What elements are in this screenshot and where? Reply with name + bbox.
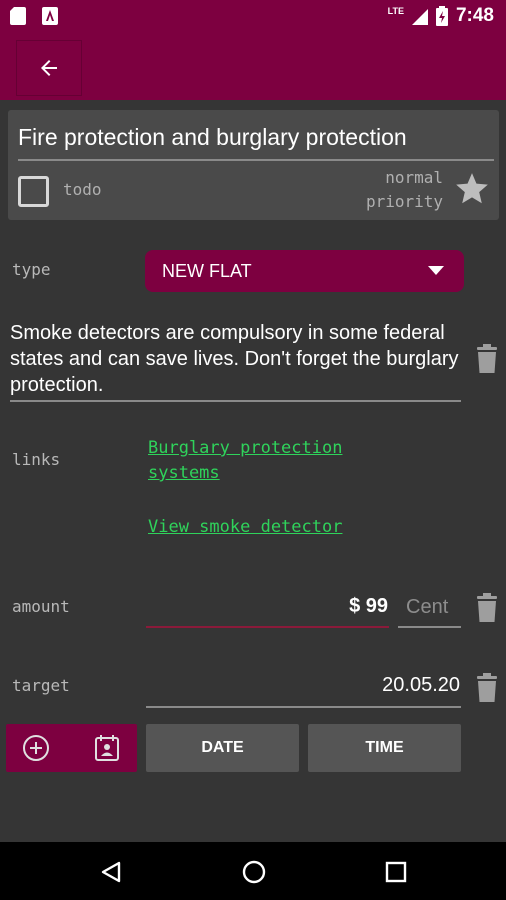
- delete-target-trash-icon[interactable]: [476, 673, 498, 703]
- back-button[interactable]: [16, 40, 82, 96]
- delete-description-trash-icon[interactable]: [476, 344, 498, 374]
- target-label: target: [12, 676, 70, 695]
- app-notification-icon: [42, 7, 58, 25]
- link-burglary-protection[interactable]: Burglary protection systems: [148, 436, 408, 486]
- links-label: links: [12, 450, 61, 469]
- title-underline: [18, 159, 494, 161]
- network-type: LTE: [387, 6, 404, 16]
- star-icon[interactable]: [453, 170, 491, 208]
- app-bar: [0, 34, 506, 100]
- battery-icon: [435, 6, 448, 26]
- nav-back-icon[interactable]: [99, 860, 123, 884]
- amount-underline: [146, 626, 389, 628]
- arrow-back-icon: [41, 60, 57, 76]
- navigation-bar: [0, 842, 506, 900]
- status-time: 7:48: [455, 5, 494, 26]
- action-buttons-group: [6, 724, 137, 772]
- nav-home-icon[interactable]: [241, 859, 267, 885]
- item-title-input[interactable]: Fire protection and burglary protection: [18, 124, 407, 151]
- amount-input[interactable]: $ 99: [349, 595, 388, 618]
- add-circle-icon[interactable]: [22, 734, 50, 762]
- link-smoke-detector[interactable]: View smoke detector: [148, 515, 342, 540]
- time-button[interactable]: TIME: [308, 724, 461, 772]
- cent-underline: [398, 626, 461, 628]
- description-input[interactable]: Smoke detectors are compulsory in some f…: [10, 320, 462, 398]
- todo-checkbox[interactable]: [18, 176, 49, 207]
- dropdown-arrow-icon: [428, 266, 444, 275]
- cent-input[interactable]: Cent: [406, 596, 448, 619]
- item-header-card: Fire protection and burglary protection …: [8, 110, 499, 220]
- type-dropdown[interactable]: NEW FLAT: [145, 250, 464, 292]
- type-label: type: [12, 260, 51, 279]
- description-underline: [10, 400, 461, 402]
- delete-amount-trash-icon[interactable]: [476, 593, 498, 623]
- priority-label-line2: priority: [365, 192, 443, 211]
- calendar-contact-icon[interactable]: [94, 734, 120, 762]
- system-status: LTE 7:48: [388, 5, 494, 27]
- date-button[interactable]: DATE: [146, 724, 299, 772]
- nav-recents-icon[interactable]: [385, 861, 407, 883]
- type-selected-value: NEW FLAT: [162, 261, 252, 281]
- priority-label-line1: normal: [385, 168, 443, 187]
- target-underline: [146, 706, 461, 708]
- sd-card-icon: [10, 7, 26, 25]
- amount-label: amount: [12, 597, 70, 616]
- status-bar: LTE 7:48: [0, 0, 506, 34]
- priority-label: normal priority: [323, 166, 443, 214]
- target-date-input[interactable]: 20.05.20: [382, 674, 460, 697]
- todo-label: todo: [63, 180, 102, 199]
- signal-icon: [411, 9, 428, 25]
- notification-icons: [10, 7, 58, 25]
